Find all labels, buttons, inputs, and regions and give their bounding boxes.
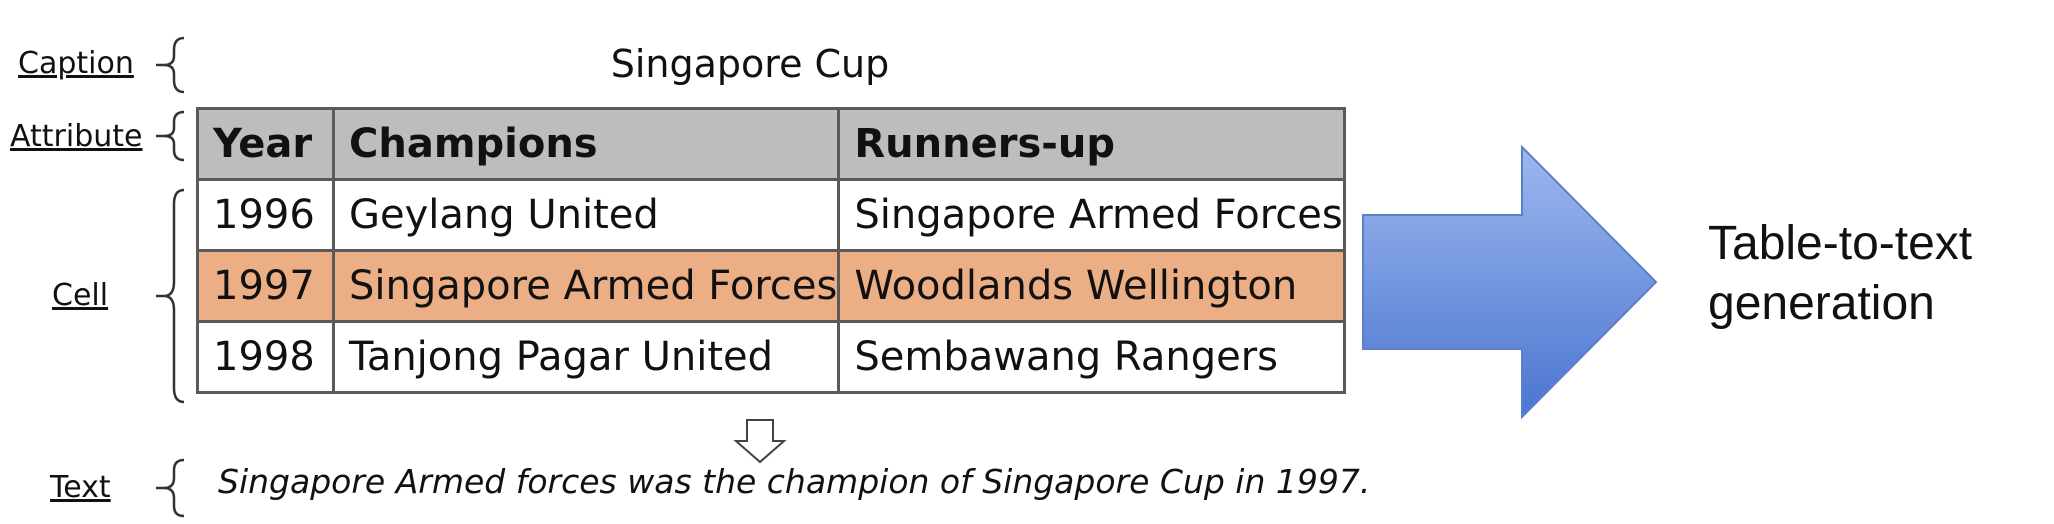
- result-label-line2: generation: [1708, 277, 1935, 330]
- result-label-line1: Table-to-text: [1708, 217, 1973, 270]
- right-arrow-icon: [1362, 144, 1658, 420]
- result-label: Table-to-text generation: [1708, 214, 1972, 334]
